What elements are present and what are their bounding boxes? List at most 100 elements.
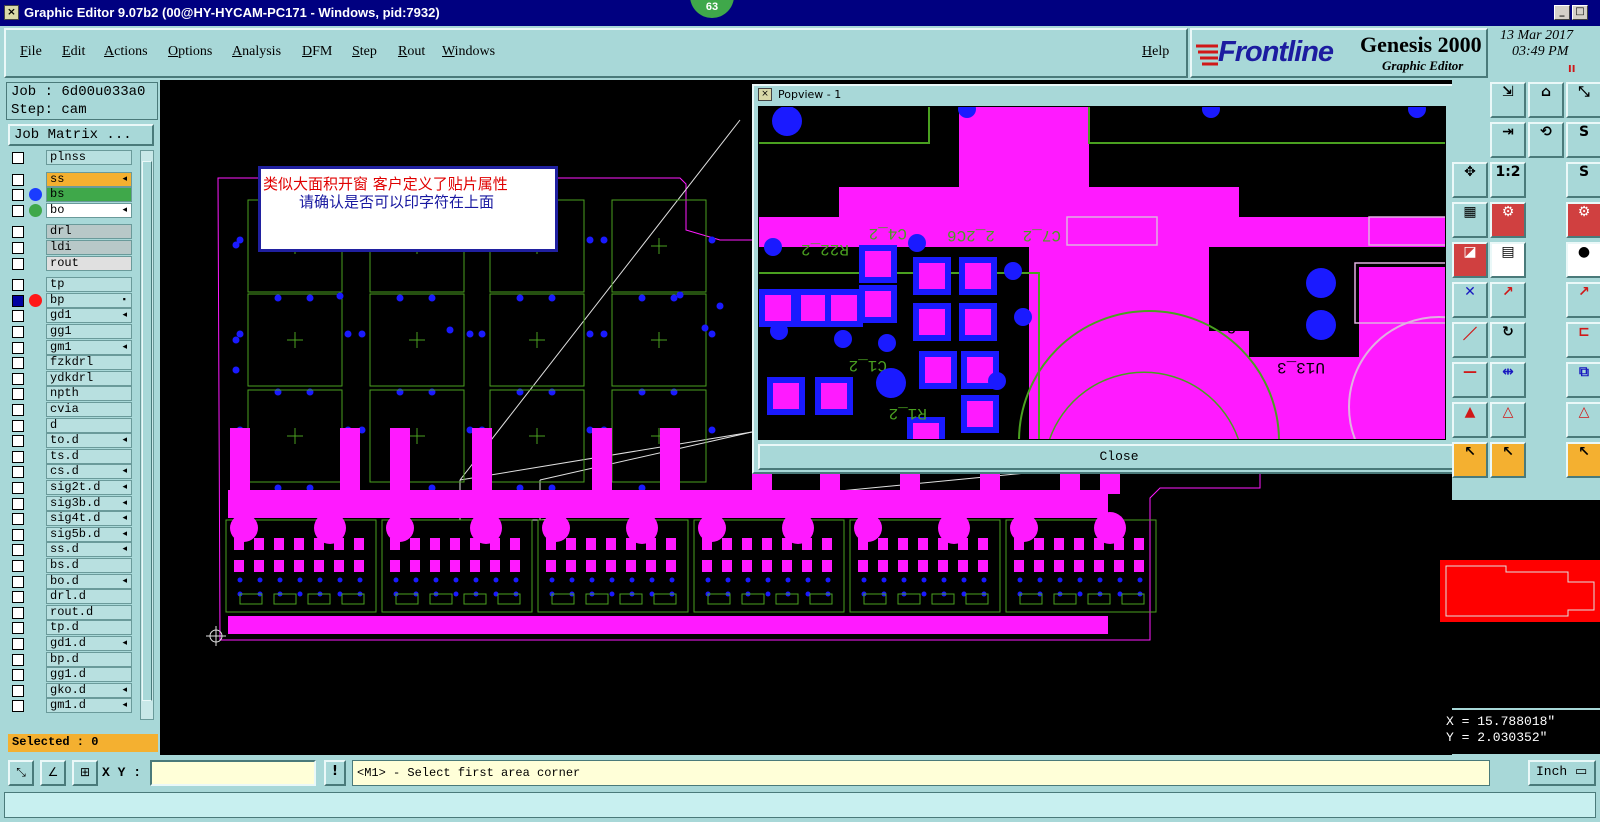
layer-checkbox[interactable] [12, 482, 24, 494]
layer-display-dot[interactable] [29, 188, 42, 202]
layer-checkbox[interactable] [12, 152, 24, 164]
layer-name[interactable]: drl.d [46, 589, 132, 605]
move-icon[interactable]: ⇹ [1490, 362, 1526, 398]
xy-input[interactable] [150, 760, 316, 786]
layer-row[interactable]: bs [8, 187, 138, 203]
layer-checkbox[interactable] [12, 684, 24, 697]
grid-icon[interactable]: ▦ [1452, 202, 1488, 238]
layer-row[interactable]: gko.d ◂ [8, 682, 138, 698]
layer-row[interactable]: drl.d [8, 589, 138, 605]
layer-checkbox[interactable] [12, 294, 24, 307]
ruler-icon[interactable]: ▤ [1490, 242, 1526, 278]
layer-name[interactable]: ss.d ◂ [46, 542, 132, 558]
minimize-button[interactable]: _ [1554, 5, 1570, 20]
add-line-icon[interactable]: ↗ [1566, 282, 1600, 318]
layer-name[interactable]: rout.d [46, 604, 132, 620]
contour-icon[interactable]: △ [1566, 402, 1600, 438]
menu-options[interactable]: Options [168, 44, 212, 60]
layer-row[interactable]: ss ◂ [8, 171, 138, 187]
layer-row[interactable]: npth [8, 386, 138, 402]
maximize-button[interactable]: □ [1572, 5, 1588, 20]
layer-name[interactable]: gm1.d ◂ [46, 698, 132, 714]
menu-windows[interactable]: Windows [442, 44, 495, 60]
layer-checkbox[interactable] [12, 404, 24, 416]
layer-scrollbar[interactable] [140, 150, 154, 720]
layer-checkbox[interactable] [12, 622, 24, 635]
outline-icon[interactable]: △ [1490, 402, 1526, 438]
menu-actions[interactable]: Actions [104, 44, 148, 60]
layer-row[interactable]: bo.d ◂ [8, 573, 138, 589]
add-pad-icon[interactable]: ↗ [1490, 282, 1526, 318]
pan-center-icon[interactable]: ✥ [1452, 162, 1488, 198]
layer-name[interactable]: gg1.d [46, 667, 132, 683]
layer-row[interactable]: bp.d [8, 651, 138, 667]
layer-name[interactable]: ldi [46, 240, 132, 255]
layer-row[interactable]: gd1.d ◂ [8, 636, 138, 651]
redraw-icon[interactable]: ⟲ [1528, 122, 1564, 158]
layer-name[interactable]: d [46, 417, 132, 433]
layer-name[interactable]: ts.d [46, 448, 132, 464]
layer-checkbox[interactable] [12, 513, 24, 526]
layer-row[interactable]: bp ▪ [8, 292, 138, 308]
layer-row[interactable]: gd1 ◂ [8, 308, 138, 324]
layer-checkbox[interactable] [12, 591, 24, 604]
layer-row[interactable]: sig2t.d ◂ [8, 480, 138, 495]
layer-row[interactable]: gg1.d [8, 667, 138, 683]
layer-row[interactable]: to.d ◂ [8, 433, 138, 449]
layer-name[interactable]: gd1 ◂ [46, 308, 132, 324]
layer-row[interactable]: cvia [8, 402, 138, 417]
add-feature-icon[interactable]: ✕ [1452, 282, 1488, 318]
layer-name[interactable]: cs.d ◂ [46, 464, 132, 480]
layer-checkbox[interactable] [12, 466, 24, 479]
layer-checkbox[interactable] [12, 575, 24, 588]
layer-name[interactable]: plnss [46, 150, 132, 165]
layer-name[interactable]: cvia [46, 402, 132, 417]
layer-display-dot[interactable] [29, 293, 42, 307]
layer-checkbox[interactable] [12, 310, 24, 323]
layer-name[interactable]: bp.d [46, 651, 132, 667]
layer-row[interactable]: drl [8, 224, 138, 240]
layer-row[interactable]: bs.d [8, 558, 138, 573]
step-repeat-icon[interactable]: S [1566, 162, 1600, 198]
select-net-icon[interactable]: ↖ [1566, 442, 1600, 478]
layer-name[interactable]: bs [46, 187, 132, 203]
layer-row[interactable]: ydkdrl [8, 370, 138, 386]
layer-checkbox[interactable] [12, 653, 24, 666]
layer-row[interactable]: sig5b.d ◂ [8, 526, 138, 542]
layer-name[interactable]: gm1 ◂ [46, 339, 132, 355]
layer-row[interactable]: gg1 [8, 324, 138, 339]
layer-checkbox[interactable] [12, 204, 24, 217]
layer-name[interactable]: bo ◂ [46, 202, 132, 218]
select-icon[interactable]: ↖ [1452, 442, 1488, 478]
layer-checkbox[interactable] [12, 357, 24, 370]
job-matrix-button[interactable]: Job Matrix ... [8, 124, 154, 146]
zoom-ratio-icon[interactable]: 1:2 [1490, 162, 1526, 198]
net-icon[interactable]: ⚙ [1490, 202, 1526, 238]
units-select[interactable]: Inch ▭ [1528, 760, 1596, 786]
measure-icon[interactable]: ◪ [1452, 242, 1488, 278]
layer-name[interactable]: sig4t.d ◂ [46, 511, 132, 527]
arc-icon[interactable]: ↻ [1490, 322, 1526, 358]
layer-checkbox[interactable] [12, 226, 24, 239]
layer-row[interactable]: gm1 ◂ [8, 339, 138, 355]
layer-checkbox[interactable] [12, 497, 24, 510]
layer-name[interactable]: sig5b.d ◂ [46, 526, 132, 542]
popview-close-button[interactable]: Close [758, 444, 1480, 470]
layer-checkbox[interactable] [12, 326, 24, 338]
layer-name[interactable]: drl [46, 224, 132, 240]
menu-step[interactable]: Step [352, 44, 377, 60]
layer-name[interactable]: sig3b.d ◂ [46, 495, 132, 511]
layer-checkbox[interactable] [12, 279, 24, 292]
overview-map[interactable] [1440, 500, 1600, 708]
grid-toggle-icon[interactable]: ⊞ [72, 760, 98, 786]
copy-icon[interactable]: ⧉ [1566, 362, 1600, 398]
snap-icon[interactable]: S [1566, 122, 1600, 158]
layer-name[interactable]: ydkdrl [46, 370, 132, 386]
popview-title-bar[interactable]: ⨯ Popview - 1 [754, 86, 1484, 104]
menu-help[interactable]: Help [1142, 44, 1169, 60]
layer-checkbox[interactable] [12, 450, 24, 463]
layer-name[interactable]: npth [46, 386, 132, 402]
layer-row[interactable]: tp [8, 277, 138, 293]
layer-name[interactable]: gd1.d ◂ [46, 636, 132, 651]
layer-name[interactable]: tp.d [46, 620, 132, 636]
